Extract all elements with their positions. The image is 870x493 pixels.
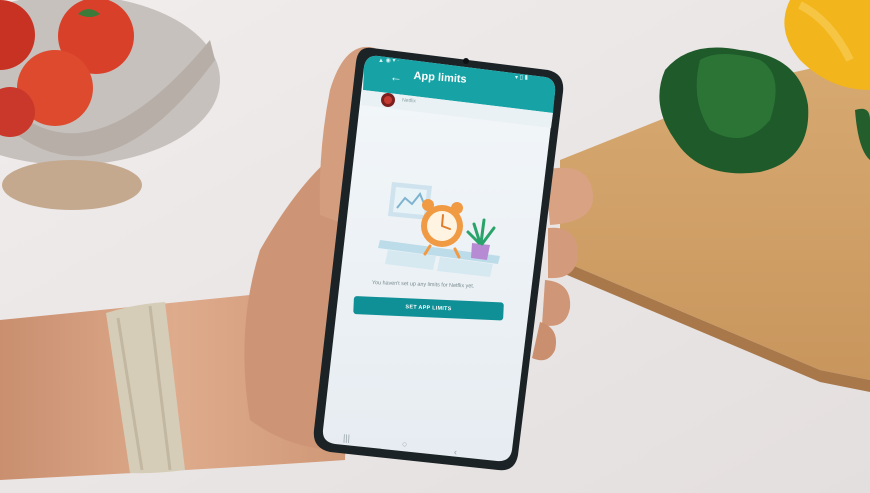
- home-icon[interactable]: ○: [402, 439, 407, 449]
- arrow-back-icon[interactable]: ←: [390, 70, 403, 85]
- status-bar-right: ▾ ▯ ▮: [515, 75, 528, 81]
- app-name-label: Netflix: [401, 97, 417, 105]
- status-bar-left: ▲ ◉ ▾ ·: [378, 58, 400, 64]
- recent-apps-icon[interactable]: |||: [343, 433, 351, 443]
